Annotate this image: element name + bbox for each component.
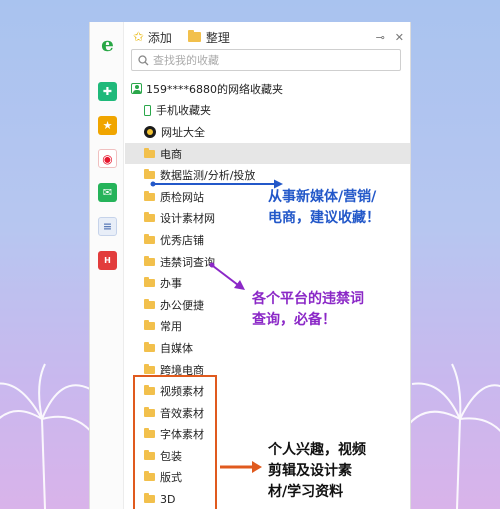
tree-item-label: 数据监测/分析/投放 xyxy=(160,169,256,183)
tree-item-label: 网址大全 xyxy=(161,125,205,139)
tree-item-url-directory[interactable]: 网址大全 xyxy=(125,121,410,143)
globe-icon xyxy=(144,125,156,138)
tree-item-label: 设计素材网 xyxy=(160,212,215,226)
tree-item-ecommerce[interactable]: 电商 xyxy=(125,142,410,165)
materials-note: 个人兴趣，视频剪辑及设计素材/学习资料 xyxy=(268,442,366,500)
folder-icon xyxy=(144,147,155,158)
highlight-box-materials xyxy=(133,375,217,509)
star-add-icon: ✩ xyxy=(133,29,144,45)
search-box xyxy=(131,49,401,71)
ecommerce-note: 从事新媒体/营销/电商，建议收藏！ xyxy=(268,189,380,226)
folder-icon xyxy=(144,298,155,309)
organize-button[interactable]: 整理 xyxy=(187,29,230,46)
organize-label: 整理 xyxy=(205,30,230,45)
tree-item-label: 违禁词查询 xyxy=(160,255,215,269)
red-app-icon[interactable]: H xyxy=(98,251,117,270)
tree-item-label: 电商 xyxy=(160,147,182,161)
tree-item-label: 质检网站 xyxy=(160,190,204,204)
folder-icon xyxy=(144,233,155,244)
add-label: 添加 xyxy=(147,30,172,45)
ie-logo-icon[interactable]: e xyxy=(98,32,117,56)
user-icon xyxy=(131,83,142,95)
document-icon[interactable]: ≡ xyxy=(98,217,117,236)
tree-item-label: 手机收藏夹 xyxy=(156,104,211,118)
folder-icon xyxy=(144,341,155,352)
folder-icon xyxy=(144,190,155,201)
favorites-star-icon[interactable]: ★ xyxy=(98,116,117,135)
palm-tree-decoration-left xyxy=(0,363,100,509)
left-app-rail: e ✚ ★ ◉ ✉ ≡ H xyxy=(90,22,124,509)
folder-organize-icon xyxy=(187,30,201,42)
folder-icon xyxy=(144,277,155,288)
tree-item-label: 常用 xyxy=(160,320,182,334)
folder-icon xyxy=(144,363,155,374)
tree-item-forbidden-words[interactable]: 违禁词查询 xyxy=(125,251,410,273)
tree-root[interactable]: 159****6880的网络收藏夹 xyxy=(125,78,410,100)
tree-item-self-media[interactable]: 自媒体 xyxy=(125,337,410,359)
tree-item-label: 办公便捷 xyxy=(160,298,204,312)
phone-icon xyxy=(144,104,151,116)
folder-icon xyxy=(144,169,155,180)
folder-icon xyxy=(144,255,155,266)
pin-icon[interactable]: ⊸ xyxy=(376,31,385,44)
forbidden-words-note: 各个平台的违禁词查询，必备！ xyxy=(252,291,364,328)
tree-item-great-shops[interactable]: 优秀店铺 xyxy=(125,229,410,251)
folder-icon xyxy=(144,212,155,223)
tree-item-label: 办事 xyxy=(160,277,182,291)
search-input[interactable] xyxy=(153,53,383,67)
tree-item-label: 自媒体 xyxy=(160,341,193,355)
search-icon xyxy=(138,54,149,65)
weibo-icon[interactable]: ◉ xyxy=(98,149,117,168)
folder-icon xyxy=(144,320,155,331)
favorites-toolbar: ✩ 添加 整理 ⊸ ✕ xyxy=(133,28,404,46)
tree-item-mobile-favorites[interactable]: 手机收藏夹 xyxy=(125,100,410,122)
add-favorite-button[interactable]: ✩ 添加 xyxy=(133,29,172,46)
plus-app-icon[interactable]: ✚ xyxy=(98,82,117,101)
tree-item-data-analytics[interactable]: 数据监测/分析/投放 xyxy=(125,164,410,186)
mail-icon[interactable]: ✉ xyxy=(98,183,117,202)
tree-item-label: 优秀店铺 xyxy=(160,233,204,247)
close-icon[interactable]: ✕ xyxy=(395,31,404,44)
palm-tree-decoration-right xyxy=(402,363,500,509)
tree-root-label: 159****6880的网络收藏夹 xyxy=(146,82,283,96)
